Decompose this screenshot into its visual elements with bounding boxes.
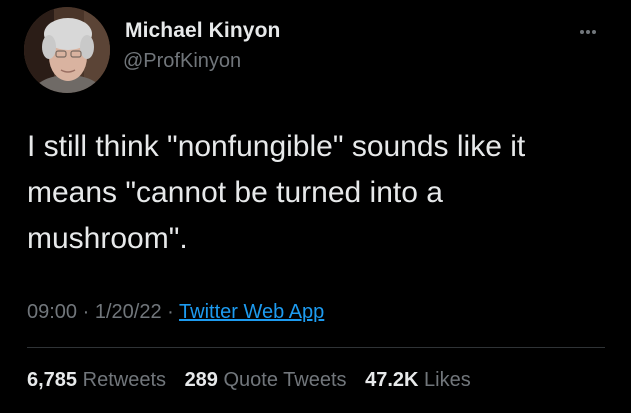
more-options-icon[interactable]: [574, 20, 614, 44]
tweet-meta: 09:00 · 1/20/22 · Twitter Web App: [27, 301, 324, 324]
tweet-text-line: I still think "nonfungible" sounds like …: [27, 130, 526, 163]
retweets-stat[interactable]: 6,785 Retweets: [27, 369, 166, 391]
tweet-text: I still think "nonfungible" sounds like …: [27, 124, 617, 262]
divider: [27, 347, 605, 348]
meta-separator: ·: [167, 301, 174, 323]
author-name[interactable]: Michael Kinyon: [125, 19, 280, 43]
likes-stat[interactable]: 47.2K Likes: [365, 369, 471, 391]
avatar-photo: [24, 7, 110, 93]
quote-tweets-stat[interactable]: 289 Quote Tweets: [185, 369, 347, 391]
tweet-time[interactable]: 09:00: [27, 301, 77, 323]
more-dot: [592, 30, 596, 34]
meta-separator: ·: [82, 301, 90, 323]
likes-label: Likes: [424, 369, 471, 391]
more-dot: [580, 30, 584, 34]
tweet-stats: 6,785 Retweets 289 Quote Tweets 47.2K Li…: [27, 369, 471, 392]
tweet-text-line: means "cannot be turned into a: [27, 176, 443, 209]
quote-tweets-count: 289: [184, 369, 218, 391]
more-dot: [586, 30, 590, 34]
tweet-source-link[interactable]: Twitter Web App: [179, 301, 324, 323]
retweets-label: Retweets: [82, 369, 166, 391]
tweet-date[interactable]: 1/20/22: [95, 301, 162, 323]
author-handle[interactable]: @ProfKinyon: [123, 50, 241, 73]
quote-tweets-label: Quote Tweets: [223, 369, 347, 391]
avatar[interactable]: [24, 7, 110, 93]
likes-count: 47.2K: [365, 369, 419, 391]
tweet-text-line: mushroom".: [27, 222, 188, 255]
retweets-count: 6,785: [27, 369, 78, 391]
